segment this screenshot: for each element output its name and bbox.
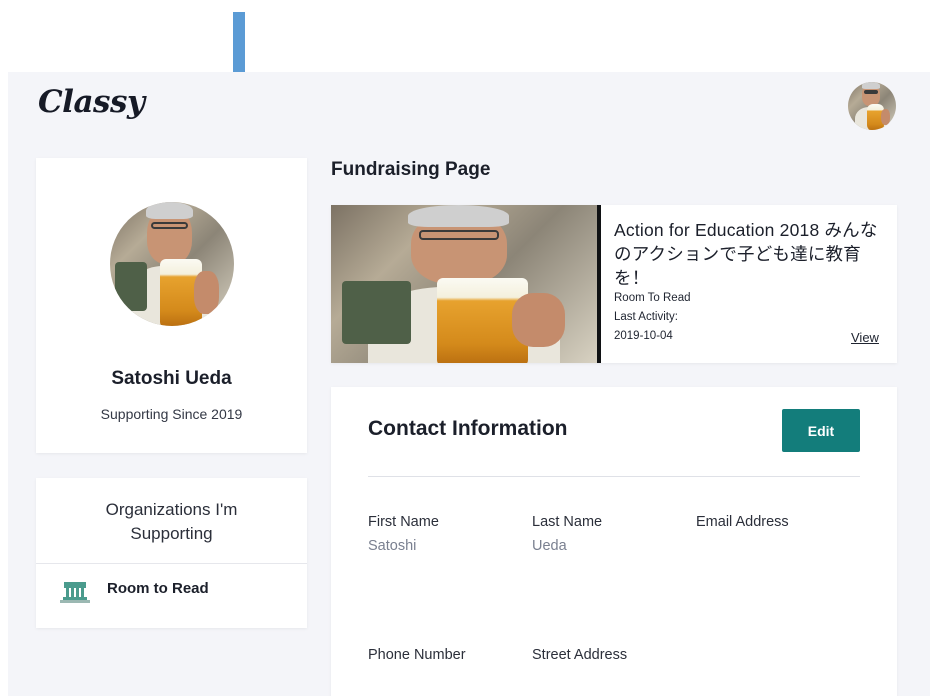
organizations-title: Organizations I'm Supporting (105, 500, 238, 543)
app-window: Classy Satoshi Ueda Supporting Since 201… (8, 72, 930, 696)
classy-logo[interactable]: Classy (38, 84, 145, 120)
user-avatar-button[interactable] (848, 82, 896, 130)
org-name[interactable]: Room to Read (107, 580, 209, 597)
street-address-label: Street Address (532, 647, 628, 663)
profile-name: Satoshi Ueda (111, 368, 232, 389)
contact-information-card: Contact Information Edit First Name Sato… (331, 387, 897, 696)
fundraising-page-card[interactable]: Action for Education 2018 みんなのアクションで子ども達… (331, 205, 897, 363)
supporting-since: Supporting Since 2019 (100, 406, 243, 422)
fundraising-organization: Room To Read (614, 292, 691, 304)
fundraising-photo[interactable] (331, 205, 597, 363)
last-name-label: Last Name (532, 514, 603, 530)
profile-card: Satoshi Ueda Supporting Since 2019 (36, 158, 307, 453)
last-activity-label: Last Activity: (614, 311, 678, 323)
org-item-room-to-read[interactable]: Room to Read (36, 564, 307, 628)
profile-avatar (110, 202, 234, 326)
view-link[interactable]: View (851, 330, 879, 345)
room-to-read-logo-icon (60, 582, 90, 604)
fundraising-section-title: Fundraising Page (331, 159, 491, 180)
organizations-card: Organizations I'm Supporting Room to Rea… (36, 478, 307, 628)
last-activity-date: 2019-10-04 (614, 330, 673, 342)
divider (368, 476, 860, 477)
phone-number-label: Phone Number (368, 647, 466, 663)
first-name-value: Satoshi (368, 538, 417, 554)
avatar-photo (848, 82, 896, 130)
contact-title: Contact Information (368, 417, 568, 440)
email-address-label: Email Address (696, 514, 789, 530)
fundraising-page-title[interactable]: Action for Education 2018 みんなのアクションで子ども達… (614, 218, 889, 290)
photo-divider (597, 205, 601, 363)
edit-button[interactable]: Edit (782, 409, 860, 452)
last-name-value: Ueda (532, 538, 567, 554)
first-name-label: First Name (368, 514, 439, 530)
